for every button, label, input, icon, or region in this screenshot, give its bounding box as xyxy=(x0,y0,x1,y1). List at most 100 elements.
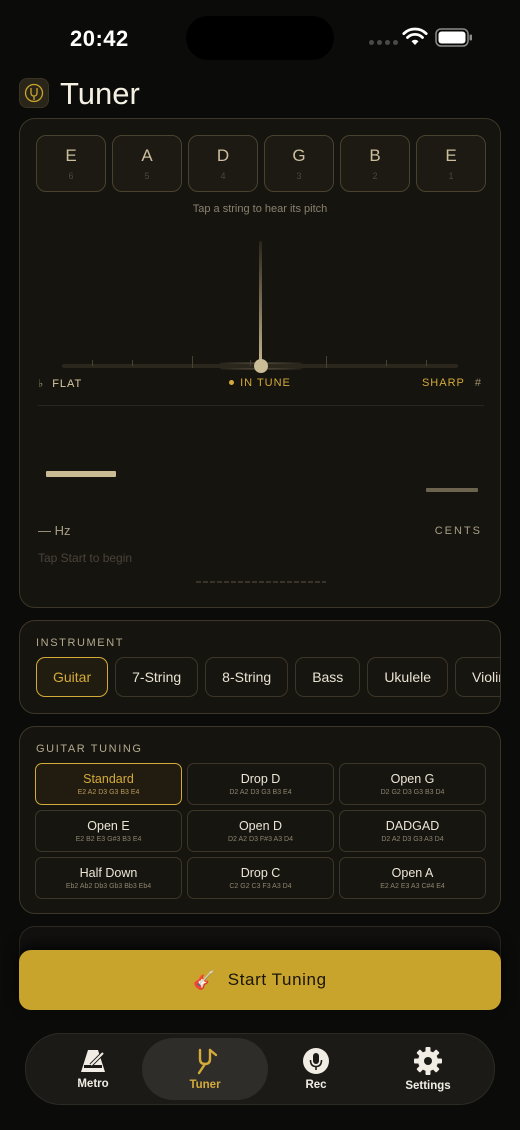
sharp-label: SHARP # xyxy=(422,377,482,389)
instrument-section-label: INSTRUMENT xyxy=(36,637,125,649)
tuner-card: E 6 A 5 D 4 G 3 B 2 E 1 Tap a string to … xyxy=(19,118,501,608)
tab-settings[interactable]: Settings xyxy=(388,1038,468,1100)
string-note: B xyxy=(369,146,381,165)
instrument-chip-guitar[interactable]: Guitar xyxy=(36,657,109,697)
string-note: G xyxy=(292,146,306,165)
string-button-1[interactable]: E 1 xyxy=(416,135,486,192)
tuning-option-dadgad[interactable]: DADGAD D2 A2 D3 G3 A3 D4 xyxy=(339,810,486,852)
scale-tick xyxy=(92,360,93,366)
tuning-name: Half Down xyxy=(79,866,138,880)
microphone-icon xyxy=(303,1048,329,1074)
instrument-chip-8-string[interactable]: 8-String xyxy=(205,657,289,697)
scale-tick xyxy=(326,356,327,368)
tuning-name: Standard xyxy=(83,772,134,786)
tuning-option-open-a[interactable]: Open A E2 A2 E3 A3 C#4 E4 xyxy=(339,857,486,899)
tuning-notes: E2 A2 D3 G3 B3 E4 xyxy=(77,789,140,796)
tuning-option-open-g[interactable]: Open G D2 G2 D3 G3 B3 D4 xyxy=(339,763,486,805)
string-number: 3 xyxy=(296,171,302,181)
cents-bar-right xyxy=(426,488,478,492)
in-tune-dot-icon xyxy=(229,379,235,385)
tuning-name: Open E xyxy=(87,819,130,833)
divider xyxy=(38,405,484,406)
tuning-name: Open A xyxy=(391,866,434,880)
start-tuning-button[interactable]: 🎸 Start Tuning xyxy=(19,950,501,1010)
tuning-card: GUITAR TUNING Standard E2 A2 D3 G3 B3 E4… xyxy=(19,726,501,914)
string-button-6[interactable]: E 6 xyxy=(36,135,106,192)
status-time: 20:42 xyxy=(70,26,129,51)
tuning-name: Open G xyxy=(390,772,435,786)
string-button-3[interactable]: G 3 xyxy=(264,135,334,192)
tuning-option-open-d[interactable]: Open D D2 A2 D3 F#3 A3 D4 xyxy=(187,810,334,852)
tuning-name: Drop C xyxy=(240,866,281,880)
cents-label: CENTS xyxy=(434,525,482,537)
instrument-chip-7-string[interactable]: 7-String xyxy=(115,657,199,697)
tuning-name: Drop D xyxy=(240,772,281,786)
page-title: Tuner xyxy=(60,76,140,111)
string-number: 6 xyxy=(68,171,74,181)
string-number: 4 xyxy=(220,171,226,181)
string-selector: E 6 A 5 D 4 G 3 B 2 E 1 xyxy=(36,135,486,192)
tuning-notes: D2 A2 D3 G3 B3 E4 xyxy=(229,789,292,796)
instrument-chip-bass[interactable]: Bass xyxy=(295,657,361,697)
metronome-icon xyxy=(81,1050,105,1072)
sharp-text: SHARP xyxy=(421,377,465,389)
string-hint: Tap a string to hear its pitch xyxy=(192,203,328,215)
scale-tick xyxy=(192,356,193,368)
string-button-4[interactable]: D 4 xyxy=(188,135,258,192)
app-logo xyxy=(19,78,49,108)
tuning-option-standard[interactable]: Standard E2 A2 D3 G3 B3 E4 xyxy=(35,763,182,805)
tuning-option-drop-d[interactable]: Drop D D2 A2 D3 G3 B3 E4 xyxy=(187,763,334,805)
tuning-name: Open D xyxy=(238,819,283,833)
gear-icon xyxy=(414,1047,442,1075)
scale-tick xyxy=(132,360,133,366)
tuner-status: Tap Start to begin xyxy=(38,551,133,565)
string-number: 2 xyxy=(372,171,378,181)
tab-label: Settings xyxy=(405,1080,451,1092)
tab-rec[interactable]: Rec xyxy=(280,1038,352,1100)
tab-metro[interactable]: Metro xyxy=(56,1038,130,1100)
instrument-chips: Guitar 7-String 8-String Bass Ukulele Vi… xyxy=(36,657,500,697)
tab-bar: Metro Tuner Rec Settings xyxy=(25,1033,495,1105)
status-bar: 20:42 xyxy=(0,0,520,70)
string-button-5[interactable]: A 5 xyxy=(112,135,182,192)
tab-tuner[interactable]: Tuner xyxy=(142,1038,268,1100)
string-number: 1 xyxy=(448,171,454,181)
scale-tick xyxy=(250,360,251,366)
string-number: 5 xyxy=(144,171,150,181)
tuner-needle xyxy=(259,241,262,367)
string-note: A xyxy=(141,146,153,165)
string-note: E xyxy=(445,146,457,165)
instrument-chip-ukulele[interactable]: Ukulele xyxy=(367,657,449,697)
dynamic-island xyxy=(186,16,334,60)
guitar-icon: 🎸 xyxy=(193,969,216,990)
instrument-chip-violin[interactable]: Violin xyxy=(455,657,500,697)
tuning-grid: Standard E2 A2 D3 G3 B3 E4 Drop D D2 A2 … xyxy=(35,763,486,899)
needle-pivot xyxy=(254,359,268,373)
scale-tick xyxy=(386,360,387,366)
frequency-readout: — Hz xyxy=(38,523,71,538)
signal-icon xyxy=(369,40,398,45)
tuning-option-open-e[interactable]: Open E E2 B2 E3 G#3 B3 E4 xyxy=(35,810,182,852)
tuning-notes: D2 A2 D3 G3 A3 D4 xyxy=(381,836,444,843)
battery-icon xyxy=(435,28,472,47)
tuning-name: DADGAD xyxy=(385,819,440,833)
tuning-fork-logo-icon xyxy=(24,83,44,103)
tuning-notes: E2 B2 E3 G#3 B3 E4 xyxy=(75,836,142,843)
tuning-option-half-down[interactable]: Half Down Eb2 Ab2 Db3 Gb3 Bb3 Eb4 xyxy=(35,857,182,899)
in-tune-text: IN TUNE xyxy=(240,377,291,389)
string-note: D xyxy=(216,146,230,165)
sharp-symbol: # xyxy=(474,377,482,389)
tuning-section-label: GUITAR TUNING xyxy=(36,743,143,755)
instrument-card: INSTRUMENT Guitar 7-String 8-String Bass… xyxy=(19,620,501,714)
string-button-2[interactable]: B 2 xyxy=(340,135,410,192)
tuning-notes: E2 A2 E3 A3 C#4 E4 xyxy=(380,883,445,890)
cents-bar-left xyxy=(46,471,116,477)
scale-tick xyxy=(426,360,427,366)
wifi-icon xyxy=(402,27,428,45)
tuning-notes: D2 A2 D3 F#3 A3 D4 xyxy=(228,836,293,843)
tuning-option-drop-c[interactable]: Drop C C2 G2 C3 F3 A3 D4 xyxy=(187,857,334,899)
tab-label: Rec xyxy=(305,1079,327,1091)
tab-label: Tuner xyxy=(189,1079,221,1091)
tuning-fork-icon xyxy=(197,1048,218,1075)
string-note: E xyxy=(65,146,77,165)
